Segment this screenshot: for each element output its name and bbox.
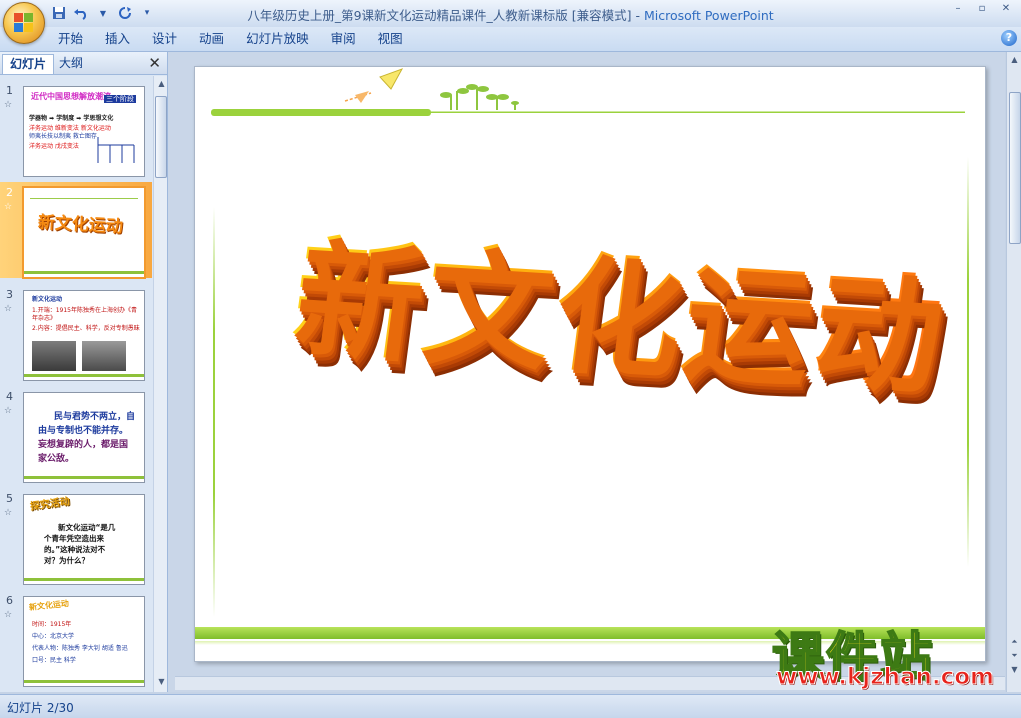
slides-pane: 幻灯片 大纲 ✕ 1 ☆ 近代中国思想解放潮流 三个阶段 学器物 ➡ 学制度 ➡… [0,52,168,692]
scroll-thumb[interactable] [155,96,167,178]
slide-indicator: 幻灯片 2/30 [7,701,74,715]
status-bar: 幻灯片 2/30 [0,694,1021,718]
tab-view[interactable]: 视图 [367,27,414,51]
slide-thumbnail-5[interactable]: 探究活动 新文化运动“是几 个青年凭空造出来 的。”这种说法对不 对？为什么？ [23,494,145,585]
slide-number: 2 [6,186,13,199]
slide-number: 5 [6,492,13,505]
help-icon[interactable]: ? [1001,30,1017,46]
thumbnail-row-6[interactable]: 6 ☆ 新文化运动 时间：1915年 中心：北京大学 代表人物：陈独秀 李大钊 … [0,590,152,687]
scroll-up-icon[interactable]: ▲ [1009,54,1020,65]
slide-thumbnail-1[interactable]: 近代中国思想解放潮流 三个阶段 学器物 ➡ 学制度 ➡ 学思想文化 洋务运动 维… [23,86,145,177]
thumb-title: 近代中国思想解放潮流 [31,92,111,101]
slide-number: 6 [6,594,13,607]
slide-title: 新文化运动 [285,223,985,414]
tab-design[interactable]: 设计 [141,27,188,51]
thumb-photo [32,341,76,371]
document-title: 八年级历史上册_第9课新文化运动精品课件_人教新课标版 [兼容模式] [247,8,632,23]
next-slide-icon[interactable]: ⏷ [1009,650,1020,661]
animation-star-icon: ☆ [4,202,13,212]
scroll-down-icon[interactable]: ▼ [1009,664,1020,675]
slide-thumbnail-3[interactable]: 新文化运动 1.开端：1915年陈独秀在上海创办《青年杂志》 2.内容：提倡民主… [23,290,145,381]
slide-canvas[interactable]: 新文化运动 [194,66,986,662]
pane-tabs: 幻灯片 大纲 ✕ [0,52,167,75]
tab-animations[interactable]: 动画 [188,27,235,51]
scroll-up-icon[interactable]: ▲ [156,78,167,89]
slide-thumbnail-6[interactable]: 新文化运动 时间：1915年 中心：北京大学 代表人物：陈独秀 李大钊 胡适 鲁… [23,596,145,687]
tab-insert[interactable]: 插入 [94,27,141,51]
window-title: 八年级历史上册_第9课新文化运动精品课件_人教新课标版 [兼容模式] - Mic… [247,8,774,23]
window-controls: – ▫ ✕ [947,2,1017,16]
previous-slide-icon[interactable]: ⏶ [1009,636,1020,647]
thumbnail-row-5[interactable]: 5 ☆ 探究活动 新文化运动“是几 个青年凭空造出来 的。”这种说法对不 对？为… [0,488,152,585]
watermark-url: www.kjzhan.com [776,664,995,691]
ribbon: 开始 插入 设计 动画 幻灯片放映 审阅 视图 ? [0,27,1021,52]
vertical-scrollbar[interactable]: ▲ ⏶ ⏷ ▼ [1006,52,1021,692]
ribbon-tabs: 开始 插入 设计 动画 幻灯片放映 审阅 视图 [47,27,414,51]
thumb-title: 新文化运动 [32,296,63,303]
maximize-button[interactable]: ▫ [971,2,993,16]
tab-outline[interactable]: 大纲 [52,54,90,73]
thumbnail-row-4[interactable]: 4 ☆ 民与君势不两立，自 由与专制也不能并存。 妄想复辟的人，都是国 家公敌。 [0,386,152,483]
minimize-button[interactable]: – [947,2,969,16]
slide-editing-area: 新文化运动 [168,52,1005,692]
animation-star-icon: ☆ [4,406,13,416]
scroll-thumb[interactable] [1009,92,1021,244]
thumb-badge: 三个阶段 [104,95,136,103]
thumbnail-row-2[interactable]: 2 ☆ 新文化运动 [0,182,152,279]
title-wordart[interactable]: 新文化运动 [276,223,985,484]
title-bar: ▼ ▾ 八年级历史上册_第9课新文化运动精品课件_人教新课标版 [兼容模式] -… [0,0,1021,28]
slide-thumbnail-4[interactable]: 民与君势不两立，自 由与专制也不能并存。 妄想复辟的人，都是国 家公敌。 [23,392,145,483]
thumbnail-row-1[interactable]: 1 ☆ 近代中国思想解放潮流 三个阶段 学器物 ➡ 学制度 ➡ 学思想文化 洋务… [0,80,152,177]
tab-home[interactable]: 开始 [47,27,94,51]
office-button[interactable] [3,2,45,44]
thumb-title: 探究活动 [29,496,71,513]
slide-thumbnail-2[interactable]: 新文化运动 [22,186,146,279]
thumbnail-scrollbar[interactable]: ▲ ▼ [153,76,167,692]
thumb-title: 新文化运动 [37,212,124,238]
slide-number: 1 [6,84,13,97]
thumb-photo [82,341,126,371]
animation-star-icon: ☆ [4,304,13,314]
thumbnail-row-3[interactable]: 3 ☆ 新文化运动 1.开端：1915年陈独秀在上海创办《青年杂志》 2.内容：… [0,284,152,381]
tab-slide-show[interactable]: 幻灯片放映 [235,27,320,51]
app-name: Microsoft PowerPoint [643,8,774,23]
tab-slides[interactable]: 幻灯片 [2,54,55,74]
close-button[interactable]: ✕ [995,2,1017,16]
slide-number: 4 [6,390,13,403]
scroll-down-icon[interactable]: ▼ [156,676,167,687]
animation-star-icon: ☆ [4,610,13,620]
office-logo-icon [14,13,34,33]
thumb-title: 新文化运动 [28,598,70,613]
slide-header-decoration [211,68,965,116]
animation-star-icon: ☆ [4,100,13,110]
thumb-diagram [97,137,135,163]
thumbnail-list: 1 ☆ 近代中国思想解放潮流 三个阶段 学器物 ➡ 学制度 ➡ 学思想文化 洋务… [0,76,152,692]
animation-star-icon: ☆ [4,508,13,518]
slide-number: 3 [6,288,13,301]
tab-review[interactable]: 审阅 [320,27,367,51]
close-icon[interactable]: ✕ [148,54,161,72]
